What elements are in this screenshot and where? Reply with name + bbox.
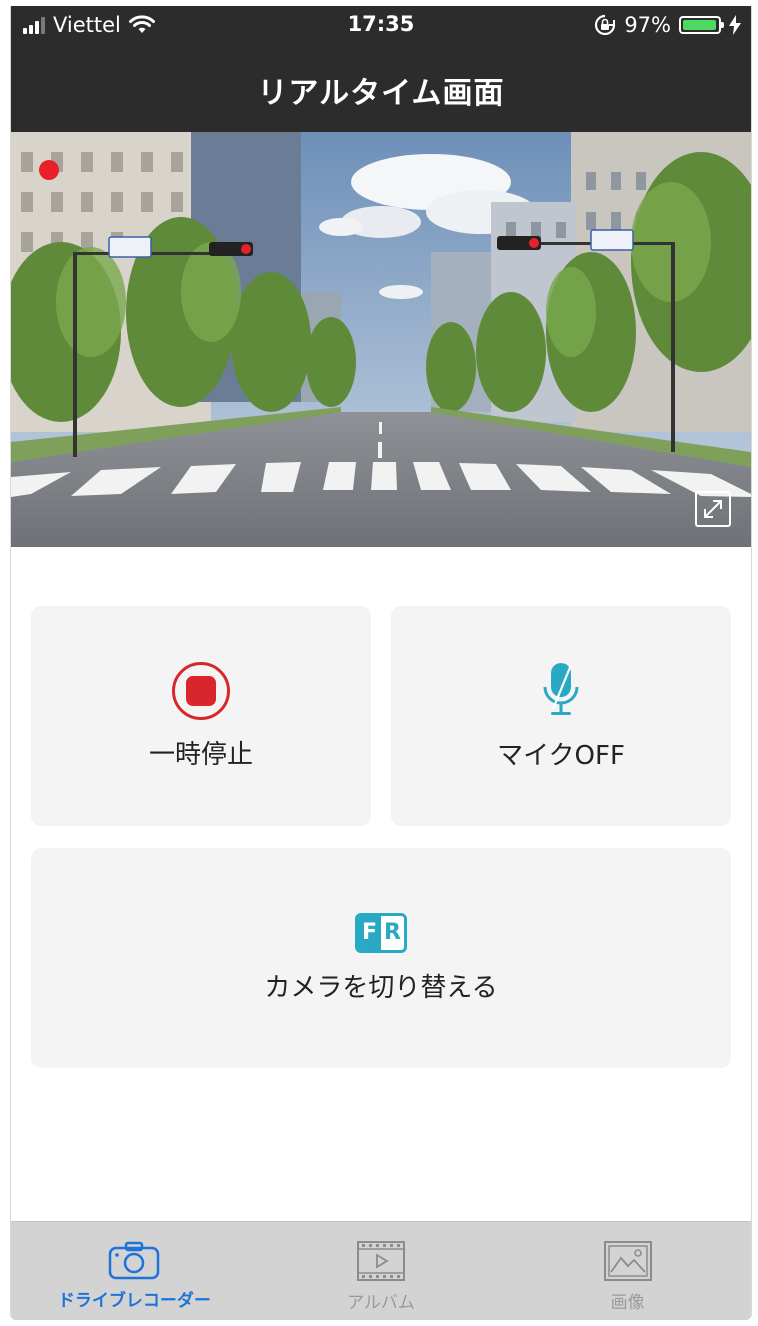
front-letter: F <box>358 915 381 950</box>
tab-drive-recorder[interactable]: ドライブレコーダー <box>11 1222 258 1320</box>
street-scene-image <box>11 132 751 547</box>
status-right: 97% <box>594 13 741 37</box>
page-title: リアルタイム画面 <box>257 76 505 111</box>
mic-toggle-button[interactable]: マイクOFF <box>391 606 731 826</box>
tab-album[interactable]: アルバム <box>258 1222 505 1320</box>
charging-bolt-icon <box>729 15 741 35</box>
switch-camera-button[interactable]: F R カメラを切り替える <box>31 848 731 1068</box>
app-screen: Viettel 17:35 97% リアルタイム画面 一時停止 マイクOFF F… <box>10 6 752 1320</box>
tab-label: アルバム <box>347 1293 415 1313</box>
record-stop-icon <box>172 661 230 720</box>
battery-percent: 97% <box>624 13 671 37</box>
tab-label: 画像 <box>610 1293 645 1313</box>
mic-label: マイクOFF <box>497 740 625 771</box>
tab-label: ドライブレコーダー <box>57 1291 211 1311</box>
recording-indicator <box>39 160 59 180</box>
camera-icon <box>109 1241 160 1280</box>
front-rear-icon: F R <box>355 912 407 953</box>
top-bar: Viettel 17:35 97% リアルタイム画面 <box>11 6 751 132</box>
pause-label: 一時停止 <box>148 739 253 770</box>
tab-images[interactable]: 画像 <box>504 1222 751 1320</box>
battery-icon <box>679 16 724 34</box>
switch-label: カメラを切り替える <box>264 972 498 1003</box>
status-bar: Viettel 17:35 97% <box>11 6 751 46</box>
film-play-icon <box>357 1241 405 1281</box>
tab-bar: ドライブレコーダー アルバム 画像 <box>11 1221 751 1320</box>
pause-button[interactable]: 一時停止 <box>31 606 371 826</box>
image-icon <box>603 1241 652 1281</box>
rear-letter: R <box>381 915 404 950</box>
live-camera-view[interactable] <box>11 132 751 547</box>
fullscreen-button[interactable] <box>695 491 731 527</box>
expand-icon <box>704 500 722 518</box>
microphone-off-icon <box>543 662 579 715</box>
rotation-lock-icon <box>595 14 616 36</box>
